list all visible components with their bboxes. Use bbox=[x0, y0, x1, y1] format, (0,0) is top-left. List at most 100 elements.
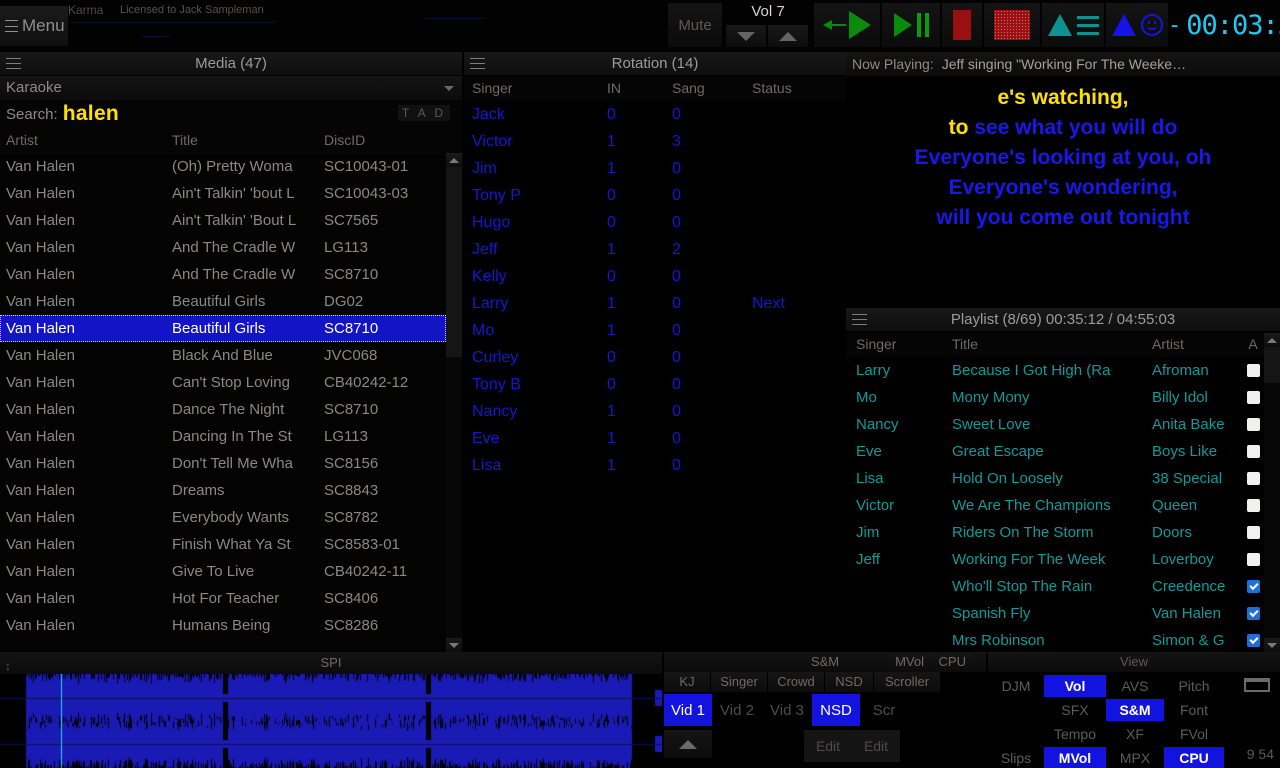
singer-button[interactable] bbox=[1106, 3, 1168, 47]
search-input[interactable]: halen bbox=[63, 102, 119, 126]
sm-button-scr[interactable]: Scr bbox=[860, 694, 908, 726]
restart-button[interactable] bbox=[814, 3, 880, 47]
media-row[interactable]: Van HalenHot For TeacherSC8406 bbox=[0, 585, 462, 612]
media-row[interactable]: Van HalenDon't Tell Me WhaSC8156 bbox=[0, 450, 462, 477]
rotation-row[interactable]: Mo10 bbox=[464, 317, 846, 344]
sm-tag-scroller[interactable]: Scroller bbox=[874, 672, 940, 692]
cell-checkbox[interactable] bbox=[1242, 546, 1264, 573]
playlist-row[interactable]: VictorWe Are The ChampionsQueen bbox=[846, 492, 1280, 519]
checkbox-icon[interactable] bbox=[1247, 391, 1260, 404]
hamburger-icon[interactable] bbox=[852, 312, 867, 327]
playlist-row[interactable]: JimRiders On The StormDoors bbox=[846, 519, 1280, 546]
media-list[interactable]: Van Halen(Oh) Pretty WomaSC10043-01 Van H… bbox=[0, 153, 462, 639]
mvol-tab[interactable]: MVol bbox=[889, 652, 930, 672]
cell-checkbox[interactable] bbox=[1242, 519, 1264, 546]
column-header-discid[interactable]: DiscID bbox=[324, 128, 462, 153]
media-row[interactable]: Van HalenDance The NightSC8710 bbox=[0, 396, 462, 423]
play-pause-button[interactable] bbox=[882, 3, 940, 47]
playlist-row[interactable]: NancySweet LoveAnita Bake bbox=[846, 411, 1280, 438]
column-header-sang[interactable]: Sang bbox=[672, 76, 752, 101]
view-button-fvol[interactable]: FVol bbox=[1164, 723, 1224, 745]
column-header-singer[interactable]: Singer bbox=[856, 332, 952, 357]
playlist-row[interactable]: EveGreat EscapeBoys Like bbox=[846, 438, 1280, 465]
checkbox-icon[interactable] bbox=[1247, 607, 1260, 620]
column-header-singer[interactable]: Singer bbox=[472, 76, 607, 101]
view-button-pitch[interactable]: Pitch bbox=[1164, 675, 1224, 697]
media-row[interactable]: Van HalenFinish What Ya StSC8583-01 bbox=[0, 531, 462, 558]
sm-tag-singer[interactable]: Singer bbox=[711, 672, 767, 692]
cell-checkbox[interactable] bbox=[1242, 357, 1264, 384]
checkbox-icon[interactable] bbox=[1247, 580, 1260, 593]
column-header-in[interactable]: IN bbox=[607, 76, 672, 101]
window-layout-icon[interactable] bbox=[1244, 678, 1270, 692]
view-button-mpx[interactable]: MPX bbox=[1106, 747, 1164, 768]
sm-tag-nsd[interactable]: NSD bbox=[825, 672, 873, 692]
view-button-tempo[interactable]: Tempo bbox=[1044, 723, 1106, 745]
sm-tag-crowd[interactable]: Crowd bbox=[768, 672, 824, 692]
media-row[interactable]: Van HalenBlack And BlueJVC068 bbox=[0, 342, 462, 369]
view-button-djm[interactable]: DJM bbox=[988, 675, 1044, 697]
view-button-s-m[interactable]: S&M bbox=[1106, 699, 1164, 721]
cell-checkbox[interactable] bbox=[1242, 573, 1264, 600]
cell-checkbox[interactable] bbox=[1242, 627, 1264, 654]
key-change-button[interactable] bbox=[1042, 3, 1104, 47]
volume-up-button[interactable] bbox=[768, 25, 808, 47]
search-mode-tad[interactable]: T A D bbox=[398, 105, 450, 121]
checkbox-icon[interactable] bbox=[1247, 418, 1260, 431]
media-row[interactable]: Van Halen(Oh) Pretty WomaSC10043-01 bbox=[0, 153, 462, 180]
record-button[interactable] bbox=[984, 3, 1040, 47]
checkbox-icon[interactable] bbox=[1247, 526, 1260, 539]
cell-checkbox[interactable] bbox=[1242, 438, 1264, 465]
volume-down-button[interactable] bbox=[726, 25, 766, 47]
mute-button[interactable]: Mute bbox=[668, 3, 722, 47]
playlist-list[interactable]: LarryBecause I Got High (RaAfromanMoMony… bbox=[846, 357, 1280, 654]
media-filter-dropdown[interactable]: Karaoke bbox=[0, 76, 462, 100]
view-button-sfx[interactable]: SFX bbox=[1044, 699, 1106, 721]
column-header-status[interactable]: Status bbox=[752, 76, 846, 101]
checkbox-icon[interactable] bbox=[1247, 634, 1260, 647]
checkbox-icon[interactable] bbox=[1247, 364, 1260, 377]
media-row[interactable]: Van HalenAnd The Cradle WLG113 bbox=[0, 234, 462, 261]
playlist-row[interactable]: LisaHold On Loosely38 Special bbox=[846, 465, 1280, 492]
playlist-row[interactable]: MoMony MonyBilly Idol bbox=[846, 384, 1280, 411]
view-button-mvol[interactable]: MVol bbox=[1044, 747, 1106, 768]
view-button-cpu[interactable]: CPU bbox=[1164, 747, 1224, 768]
column-header-title[interactable]: Title bbox=[172, 128, 324, 153]
cell-checkbox[interactable] bbox=[1242, 492, 1264, 519]
scroll-up-button[interactable] bbox=[1264, 333, 1280, 347]
checkbox-icon[interactable] bbox=[1247, 553, 1260, 566]
sm-scroll-up-button[interactable] bbox=[664, 730, 712, 758]
view-button-vol[interactable]: Vol bbox=[1044, 675, 1106, 697]
scroll-up-button[interactable] bbox=[446, 153, 462, 167]
scroll-down-button[interactable] bbox=[1264, 638, 1280, 652]
rotation-row[interactable]: Hugo00 bbox=[464, 209, 846, 236]
sm-button-vid-1[interactable]: Vid 1 bbox=[664, 694, 712, 726]
media-row[interactable]: Van HalenAnd The Cradle WSC8710 bbox=[0, 261, 462, 288]
cell-checkbox[interactable] bbox=[1242, 600, 1264, 627]
column-header-artist[interactable]: Artist bbox=[1152, 332, 1242, 357]
view-button-xf[interactable]: XF bbox=[1106, 723, 1164, 745]
sm-button-vid-3[interactable]: Vid 3 bbox=[762, 694, 812, 726]
playlist-row[interactable]: Who'll Stop The RainCreedence bbox=[846, 573, 1280, 600]
checkbox-icon[interactable] bbox=[1247, 499, 1260, 512]
media-row[interactable]: Van HalenAin't Talkin' 'Bout LSC7565 bbox=[0, 207, 462, 234]
stop-button[interactable] bbox=[942, 3, 982, 47]
playlist-row[interactable]: Spanish FlyVan Halen bbox=[846, 600, 1280, 627]
checkbox-icon[interactable] bbox=[1247, 472, 1260, 485]
rotation-row[interactable]: Jack00 bbox=[464, 101, 846, 128]
rotation-row[interactable]: Larry10Next bbox=[464, 290, 846, 317]
playlist-row[interactable]: LarryBecause I Got High (RaAfroman bbox=[846, 357, 1280, 384]
rotation-row[interactable]: Jeff12 bbox=[464, 236, 846, 263]
rotation-row[interactable]: Curley00 bbox=[464, 344, 846, 371]
rotation-row[interactable]: Lisa10 bbox=[464, 452, 846, 479]
scrollbar-thumb[interactable] bbox=[1264, 347, 1280, 383]
scrollbar-thumb[interactable] bbox=[446, 167, 462, 357]
sm-button-vid-2[interactable]: Vid 2 bbox=[712, 694, 762, 726]
media-scrollbar[interactable] bbox=[446, 153, 462, 652]
search-row[interactable]: Search: halen T A D bbox=[0, 100, 462, 128]
media-row[interactable]: Van HalenHumans BeingSC8286 bbox=[0, 612, 462, 639]
rotation-row[interactable]: Eve10 bbox=[464, 425, 846, 452]
waveform-canvas[interactable] bbox=[0, 674, 662, 768]
media-row[interactable]: Van HalenEverybody WantsSC8782 bbox=[0, 504, 462, 531]
media-row[interactable]: Van HalenDreamsSC8843 bbox=[0, 477, 462, 504]
